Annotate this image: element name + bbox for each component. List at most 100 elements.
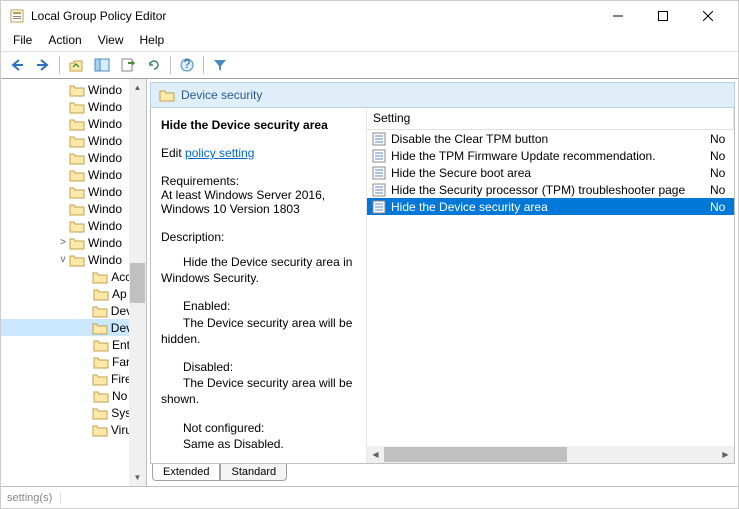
- list-row-state: No: [710, 200, 730, 214]
- tree-item-label: Sys: [111, 406, 130, 420]
- title-bar: Local Group Policy Editor: [1, 1, 738, 31]
- list-row-state: No: [710, 149, 730, 163]
- folder-icon: [69, 100, 85, 114]
- maximize-button[interactable]: [640, 2, 685, 30]
- status-bar: setting(s): [1, 486, 738, 508]
- toolbar-separator: [170, 56, 171, 74]
- scroll-left-icon[interactable]: ◀: [367, 446, 384, 463]
- tree-item[interactable]: Far: [1, 353, 130, 370]
- tree-item[interactable]: Viru: [1, 421, 130, 438]
- settings-list: Setting Disable the Clear TPM buttonNo Hi…: [367, 108, 734, 463]
- scroll-up-icon[interactable]: ▲: [129, 79, 146, 96]
- tree-item[interactable]: Windo: [1, 200, 130, 217]
- list-row-label: Hide the TPM Firmware Update recommendat…: [391, 149, 710, 163]
- policy-icon: [371, 182, 387, 198]
- policy-name: Hide the Device security area: [161, 118, 356, 132]
- tree-item[interactable]: Windo: [1, 166, 130, 183]
- help-button[interactable]: ?: [175, 54, 199, 76]
- list-row[interactable]: Hide the TPM Firmware Update recommendat…: [367, 147, 734, 164]
- list-row[interactable]: Hide the Secure boot areaNo: [367, 164, 734, 181]
- folder-icon: [69, 134, 85, 148]
- folder-icon: [92, 423, 108, 437]
- tree-item[interactable]: Ent: [1, 336, 130, 353]
- tree-scrollbar[interactable]: ▲ ▼: [129, 79, 146, 486]
- close-button[interactable]: [685, 2, 730, 30]
- description-p5: The Device security area will be shown.: [161, 375, 356, 407]
- folder-icon: [92, 270, 108, 284]
- tree-item-label: Ent: [112, 338, 130, 352]
- menu-help[interactable]: Help: [132, 31, 173, 51]
- list-row[interactable]: Hide the Device security areaNo: [367, 198, 734, 215]
- folder-icon: [69, 117, 85, 131]
- scroll-down-icon[interactable]: ▼: [129, 469, 146, 486]
- description-label: Description:: [161, 230, 356, 244]
- scroll-right-icon[interactable]: ▶: [717, 446, 734, 463]
- tab-extended[interactable]: Extended: [152, 464, 220, 481]
- tree-item[interactable]: Fire: [1, 370, 130, 387]
- tree-item-label: Windo: [88, 83, 122, 97]
- minimize-button[interactable]: [595, 2, 640, 30]
- description-p4: Disabled:: [161, 359, 356, 375]
- tree-item[interactable]: Windo: [1, 217, 130, 234]
- tree-item[interactable]: >Windo: [1, 234, 130, 251]
- category-title: Device security: [181, 88, 262, 102]
- tree-item[interactable]: Windo: [1, 132, 130, 149]
- tree-content[interactable]: WindoWindoWindoWindoWindoWindoWindoWindo…: [1, 79, 130, 440]
- toolbar: ?: [1, 51, 738, 79]
- tree-item-label: Windo: [88, 168, 122, 182]
- expander-icon[interactable]: v: [57, 254, 69, 265]
- detail-tabs: Extended Standard: [150, 464, 735, 486]
- show-hide-tree-button[interactable]: [90, 54, 114, 76]
- folder-icon: [69, 253, 85, 267]
- tree-item[interactable]: Sys: [1, 404, 130, 421]
- filter-button[interactable]: [208, 54, 232, 76]
- forward-button[interactable]: [31, 54, 55, 76]
- detail-body: Hide the Device security area Edit polic…: [150, 108, 735, 464]
- folder-icon: [69, 83, 85, 97]
- description-p2: Enabled:: [161, 298, 356, 314]
- tree-item[interactable]: Ap: [1, 285, 130, 302]
- menu-file[interactable]: File: [5, 31, 40, 51]
- tree-item[interactable]: Windo: [1, 183, 130, 200]
- tree-pane: WindoWindoWindoWindoWindoWindoWindoWindo…: [1, 79, 147, 486]
- menu-action[interactable]: Action: [40, 31, 89, 51]
- column-setting[interactable]: Setting: [367, 108, 734, 129]
- tree-item-label: Ap: [112, 287, 127, 301]
- tree-item[interactable]: Windo: [1, 149, 130, 166]
- list-row[interactable]: Hide the Security processor (TPM) troubl…: [367, 181, 734, 198]
- list-horizontal-scrollbar[interactable]: ◀ ▶: [367, 446, 734, 463]
- tree-item-label: Windo: [88, 185, 122, 199]
- scroll-thumb[interactable]: [384, 447, 567, 462]
- export-button[interactable]: [116, 54, 140, 76]
- tree-item[interactable]: vWindo: [1, 251, 130, 268]
- edit-line: Edit policy setting: [161, 146, 356, 160]
- expander-icon[interactable]: >: [57, 237, 69, 248]
- toolbar-separator: [203, 56, 204, 74]
- back-button[interactable]: [5, 54, 29, 76]
- tree-item[interactable]: Dev: [1, 302, 130, 319]
- description-p3: The Device security area will be hidden.: [161, 315, 356, 347]
- up-button[interactable]: [64, 54, 88, 76]
- folder-icon: [69, 168, 85, 182]
- requirements-text: At least Windows Server 2016, Windows 10…: [161, 188, 356, 216]
- list-rows: Disable the Clear TPM buttonNo Hide the T…: [367, 130, 734, 446]
- policy-icon: [371, 199, 387, 215]
- tree-item[interactable]: No: [1, 387, 130, 404]
- tab-standard[interactable]: Standard: [220, 464, 287, 481]
- tree-item[interactable]: Acc: [1, 268, 130, 285]
- tree-item[interactable]: Windo: [1, 115, 130, 132]
- tree-item[interactable]: Dev: [1, 319, 130, 336]
- list-row[interactable]: Disable the Clear TPM buttonNo: [367, 130, 734, 147]
- edit-policy-link[interactable]: policy setting: [185, 146, 254, 160]
- tree-item[interactable]: Windo: [1, 98, 130, 115]
- tree-item-label: Fire: [111, 372, 130, 386]
- list-header[interactable]: Setting: [367, 108, 734, 130]
- tree-item[interactable]: Windo: [1, 81, 130, 98]
- menu-view[interactable]: View: [90, 31, 132, 51]
- folder-icon: [92, 406, 108, 420]
- description-p6: Not configured:: [161, 420, 356, 436]
- policy-icon: [371, 165, 387, 181]
- scroll-thumb[interactable]: [130, 263, 145, 303]
- refresh-button[interactable]: [142, 54, 166, 76]
- detail-pane: Device security Hide the Device security…: [147, 79, 738, 486]
